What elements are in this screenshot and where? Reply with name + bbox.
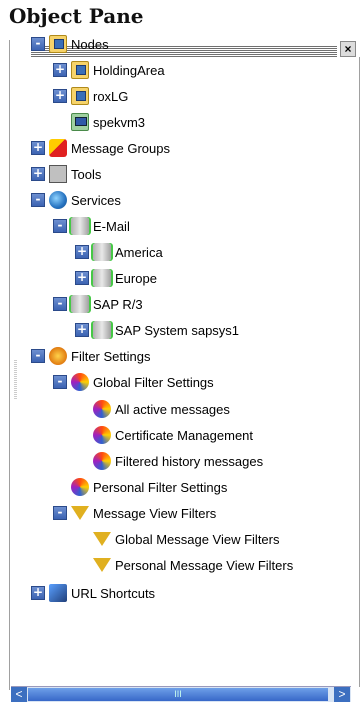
scroll-right-button[interactable]: >: [334, 687, 350, 702]
tree-item-label: Filter Settings: [71, 348, 151, 364]
expand-button[interactable]: +: [75, 323, 89, 337]
nodes-icon: [49, 35, 67, 53]
service-icon: [93, 243, 111, 261]
filter-swirl-icon: [93, 426, 111, 444]
message-groups-icon: [49, 139, 67, 157]
funnel-icon: [93, 558, 111, 572]
service-icon: [71, 295, 89, 313]
url-shortcuts-icon: [49, 584, 67, 602]
filter-swirl-icon: [93, 400, 111, 418]
tree-item-label: Message Groups: [71, 140, 170, 156]
collapse-button[interactable]: -: [31, 37, 45, 51]
expand-button[interactable]: +: [75, 271, 89, 285]
tree-item[interactable]: Filtered history messages: [75, 450, 263, 472]
tree-item[interactable]: + URL Shortcuts: [31, 582, 155, 604]
close-button[interactable]: ×: [340, 41, 356, 57]
tree-item[interactable]: Personal Message View Filters: [75, 554, 293, 576]
filter-swirl-icon: [71, 478, 89, 496]
tree-item-label: Certificate Management: [115, 427, 254, 443]
tree-item-label: All active messages: [115, 401, 230, 417]
tree-item[interactable]: - Services: [31, 189, 121, 211]
tree-item-label: Services: [71, 192, 121, 208]
service-icon: [93, 321, 111, 339]
monitor-icon: [71, 113, 89, 131]
scroll-left-button[interactable]: <: [11, 687, 27, 702]
tree-item[interactable]: + roxLG: [53, 85, 128, 107]
pane-right-border: [359, 57, 360, 687]
tree-item-label: E-Mail: [93, 218, 130, 234]
tree-item-label: roxLG: [93, 88, 129, 104]
tree-item[interactable]: - Message View Filters: [53, 502, 216, 524]
tree-item-label: SAP System sapsys1: [115, 322, 240, 338]
filter-swirl-icon: [93, 452, 111, 470]
splitter-grip[interactable]: [14, 360, 17, 400]
tree-item[interactable]: - Global Filter Settings: [53, 371, 214, 393]
pane-title: Object Pane: [9, 4, 144, 28]
service-icon: [93, 269, 111, 287]
globe-icon: [49, 191, 67, 209]
tree-item-label: Tools: [71, 166, 102, 182]
tree-item-label: SAP R/3: [93, 296, 143, 312]
funnel-icon: [93, 532, 111, 546]
tree-item-label: spekvm3: [93, 114, 146, 130]
tree-item[interactable]: + Tools: [31, 163, 101, 185]
pane-left-border: [9, 40, 10, 690]
tree-item-label: Europe: [115, 270, 157, 286]
tree-item-label: Nodes: [71, 36, 109, 52]
expand-button[interactable]: +: [75, 245, 89, 259]
tree-item[interactable]: - E-Mail: [53, 215, 130, 237]
collapse-button[interactable]: -: [31, 193, 45, 207]
tree-item-label: Filtered history messages: [115, 453, 264, 469]
tree-item-label: Global Filter Settings: [93, 374, 214, 390]
tree-item[interactable]: Certificate Management: [75, 424, 253, 446]
tree-item[interactable]: - Filter Settings: [31, 345, 150, 367]
horizontal-scrollbar[interactable]: < III >: [11, 686, 351, 702]
object-pane: × - Nodes + HoldingArea + roxLG spekvm3 + Messag…: [9, 35, 363, 702]
filter-icon: [49, 347, 67, 365]
expand-button[interactable]: +: [31, 167, 45, 181]
filter-swirl-icon: [71, 373, 89, 391]
tree-item[interactable]: - Nodes: [31, 33, 109, 55]
tree-item[interactable]: Personal Filter Settings: [53, 476, 227, 498]
scroll-thumb[interactable]: III: [28, 688, 328, 701]
nodes-icon: [71, 61, 89, 79]
tree-item[interactable]: - SAP R/3: [53, 293, 143, 315]
tree-item-label: Personal Message View Filters: [115, 557, 294, 573]
expand-button[interactable]: +: [31, 141, 45, 155]
tree-item-label: America: [115, 244, 163, 260]
tree-item-label: URL Shortcuts: [71, 585, 156, 601]
collapse-button[interactable]: -: [53, 297, 67, 311]
tree-item[interactable]: + Message Groups: [31, 137, 170, 159]
collapse-button[interactable]: -: [53, 375, 67, 389]
tree-item[interactable]: Global Message View Filters: [75, 528, 280, 550]
tree-item[interactable]: + SAP System sapsys1: [75, 319, 239, 341]
nodes-icon: [71, 87, 89, 105]
tree-item[interactable]: spekvm3: [53, 111, 145, 133]
tree-item[interactable]: All active messages: [75, 398, 230, 420]
funnel-icon: [71, 506, 89, 520]
expand-button[interactable]: +: [31, 586, 45, 600]
expand-button[interactable]: +: [53, 63, 67, 77]
expand-button[interactable]: +: [53, 89, 67, 103]
collapse-button[interactable]: -: [31, 349, 45, 363]
tree-item-label: Global Message View Filters: [115, 531, 280, 547]
collapse-button[interactable]: -: [53, 219, 67, 233]
tools-icon: [49, 165, 67, 183]
tree-item[interactable]: + HoldingArea: [53, 59, 165, 81]
tree-item-label: HoldingArea: [93, 62, 165, 78]
collapse-button[interactable]: -: [53, 506, 67, 520]
tree-item[interactable]: + Europe: [75, 267, 157, 289]
tree-item[interactable]: + America: [75, 241, 163, 263]
service-icon: [71, 217, 89, 235]
tree-item-label: Personal Filter Settings: [93, 479, 228, 495]
tree-item-label: Message View Filters: [93, 505, 217, 521]
